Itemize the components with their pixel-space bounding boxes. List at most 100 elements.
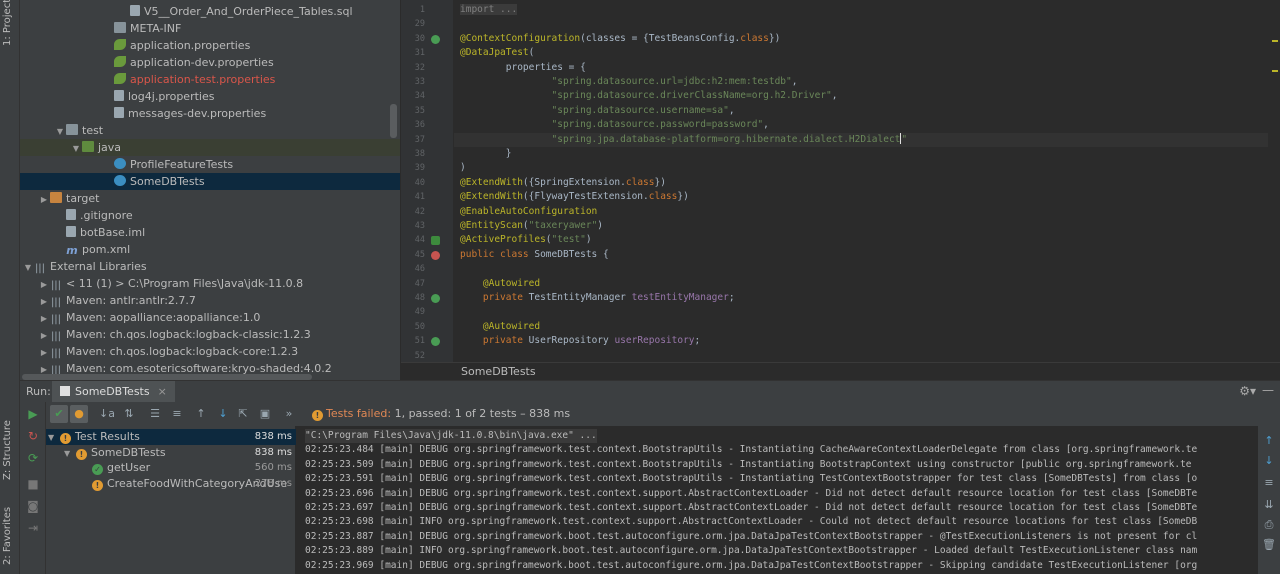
run-test-failed-icon[interactable] (431, 250, 440, 260)
chevron-right-icon[interactable]: ▶ (38, 310, 50, 327)
chevron-right-icon[interactable]: ▶ (38, 327, 50, 344)
console-log-line: 02:25:23.509 [main] DEBUG org.springfram… (305, 458, 1192, 470)
bean-navigation-icon[interactable] (431, 34, 440, 44)
breadcrumb-class[interactable]: SomeDBTests (461, 365, 536, 378)
scroll-to-end-icon[interactable]: ⇊ (1262, 498, 1276, 512)
project-tree-item[interactable]: ▶ ||| Maven: ch.qos.logback:logback-classi… (20, 326, 400, 343)
console-output[interactable]: "C:\Program Files\Java\jdk-11.0.8\bin\ja… (297, 426, 1258, 574)
export-icon[interactable]: ⇱ (234, 405, 252, 423)
run-tab-somedbtests[interactable]: SomeDBTests × (52, 381, 175, 403)
project-tree-item[interactable]: application-test.properties (20, 71, 400, 88)
sort-by-duration-icon[interactable]: ⇅ (120, 405, 138, 423)
chevron-right-icon[interactable]: ▶ (38, 191, 50, 208)
scroll-up-icon[interactable]: ↑ (1262, 434, 1276, 448)
clear-all-icon[interactable]: 🗑 (1262, 538, 1276, 552)
code-line[interactable]: @ContextConfiguration(classes = {TestBea… (460, 32, 780, 46)
import-tests-icon[interactable]: ▣ (256, 405, 274, 423)
warning-stripe-marker[interactable] (1272, 40, 1278, 42)
rerun-icon[interactable]: ▶ (25, 406, 41, 422)
stop-icon[interactable]: ■ (25, 476, 41, 492)
code-line[interactable]: @Autowired (460, 320, 540, 334)
next-failed-icon[interactable]: ↓ (214, 405, 232, 423)
gear-icon[interactable]: ⚙▾ (1239, 384, 1256, 398)
code-line[interactable]: @DataJpaTest( (460, 46, 534, 60)
project-tree-item-label: test (82, 124, 104, 137)
test-tree-item[interactable]: ▼! Test Results 838 ms (46, 429, 296, 445)
project-tree-item[interactable]: messages-dev.properties (20, 105, 400, 122)
project-tree-item[interactable]: ▶ target (20, 190, 400, 207)
print-icon[interactable]: ⎙ (1262, 518, 1276, 532)
code-line[interactable]: private UserRepository userRepository; (460, 334, 700, 348)
project-tree-item[interactable]: botBase.iml (20, 224, 400, 241)
test-tree-item[interactable]: ! CreateFoodWithCategoryAndUse 278 ms (46, 476, 296, 492)
code-line[interactable]: "spring.jpa.database-platform=org.hibern… (454, 132, 1280, 147)
chevron-down-icon[interactable]: ▼ (22, 259, 34, 276)
chevron-down-icon[interactable]: ▼ (54, 123, 66, 140)
code-line[interactable]: "spring.datasource.password=password", (460, 118, 769, 132)
chevron-down-icon[interactable]: ▼ (70, 140, 82, 157)
hide-icon[interactable]: — (1262, 383, 1274, 397)
show-passed-icon[interactable]: ✔ (50, 405, 68, 423)
expand-all-icon[interactable]: ☰ (146, 405, 164, 423)
test-tree-item[interactable]: ▼! SomeDBTests 838 ms (46, 445, 296, 461)
project-scrollbar[interactable] (390, 104, 397, 138)
project-tree-item[interactable]: META-INF (20, 20, 400, 37)
camera-icon[interactable]: ◙ (25, 498, 41, 514)
show-ignored-icon[interactable]: ● (70, 405, 88, 423)
code-line[interactable]: "spring.datasource.url=jdbc:h2:mem:testd… (460, 75, 798, 89)
warning-stripe-marker[interactable] (1272, 70, 1278, 72)
code-line[interactable]: @EntityScan("taxeryawer") (460, 219, 603, 233)
code-line[interactable]: @Autowired (460, 277, 540, 291)
exit-icon[interactable]: ⇥ (25, 520, 41, 536)
project-tree-item[interactable]: ▶ ||| Maven: ch.qos.logback:logback-core:1… (20, 343, 400, 360)
previous-failed-icon[interactable]: ↑ (192, 405, 210, 423)
code-line[interactable]: properties = { (460, 61, 586, 75)
code-line[interactable]: @ExtendWith({FlywayTestExtension.class}) (460, 190, 689, 204)
fold-marker-icon[interactable] (431, 236, 440, 246)
code-line[interactable]: private TestEntityManager testEntityMana… (460, 291, 735, 305)
tab-structure[interactable]: Z: Structure (2, 420, 18, 480)
more-icon[interactable]: » (280, 405, 298, 423)
project-tree-item[interactable]: V5__Order_And_OrderPiece_Tables.sql (20, 3, 400, 20)
tab-favorites[interactable]: 2: Favorites (2, 505, 18, 565)
project-tree-item[interactable]: ▼ ||| External Libraries (20, 258, 400, 275)
project-tree-item[interactable]: .gitignore (20, 207, 400, 224)
project-tree-item[interactable]: m pom.xml (20, 241, 400, 258)
soft-wrap-icon[interactable]: ≡ (1262, 476, 1276, 490)
code-line[interactable]: @ExtendWith({SpringExtension.class}) (460, 176, 666, 190)
code-line[interactable]: @EnableAutoConfiguration (460, 205, 597, 219)
project-tree-item[interactable]: ▶ ||| < 11 (1) > C:\Program Files\Java\jdk… (20, 275, 400, 292)
code-editor[interactable]: 1 29 30 31 32 33 34 35 36 37 38 39 40 41 42 43 44 45 46 47 4… (401, 0, 1280, 362)
code-line[interactable]: "spring.datasource.driverClassName=org.h… (460, 89, 838, 103)
bean-navigation-icon[interactable] (431, 294, 440, 303)
test-tree-item[interactable]: ✓ getUser 560 ms (46, 460, 296, 476)
code-line[interactable]: ) (460, 161, 466, 175)
project-tree-item[interactable]: ProfileFeatureTests (20, 156, 400, 173)
project-tree-item[interactable]: application.properties (20, 37, 400, 54)
project-tree-item[interactable]: ▼ test (20, 122, 400, 139)
project-tree-item[interactable]: log4j.properties (20, 88, 400, 105)
tab-project[interactable]: 1: Project (2, 0, 18, 46)
code-line[interactable]: } (460, 147, 512, 161)
project-tree-item[interactable]: application-dev.properties (20, 54, 400, 71)
code-line[interactable]: @ActiveProfiles("test") (460, 233, 592, 247)
close-icon[interactable]: × (158, 385, 167, 398)
collapse-all-icon[interactable]: ≡ (168, 405, 186, 423)
chevron-right-icon[interactable]: ▶ (38, 293, 50, 310)
rerun-failed-icon[interactable]: ↻ (25, 428, 41, 444)
project-tree-item[interactable]: ▶ ||| Maven: antlr:antlr:2.7.7 (20, 292, 400, 309)
sort-alphabetically-icon[interactable]: ↓a (98, 405, 116, 423)
bean-navigation-icon[interactable] (431, 337, 440, 347)
project-tree-item[interactable]: ▼ java (20, 139, 400, 156)
test-folder-icon (82, 141, 94, 152)
scroll-down-icon[interactable]: ↓ (1262, 454, 1276, 468)
editor-scrollbar[interactable] (1268, 0, 1280, 362)
toggle-autotest-icon[interactable]: ⟳ (25, 450, 41, 466)
code-line[interactable]: public class SomeDBTests { (460, 248, 609, 262)
project-tree-item[interactable]: SomeDBTests (20, 173, 400, 190)
code-line[interactable]: import ... (460, 3, 518, 17)
code-line[interactable]: "spring.datasource.username=sa", (460, 104, 735, 118)
project-tree-item[interactable]: ▶ ||| Maven: aopalliance:aopalliance:1.0 (20, 309, 400, 326)
chevron-right-icon[interactable]: ▶ (38, 276, 50, 293)
chevron-right-icon[interactable]: ▶ (38, 344, 50, 361)
